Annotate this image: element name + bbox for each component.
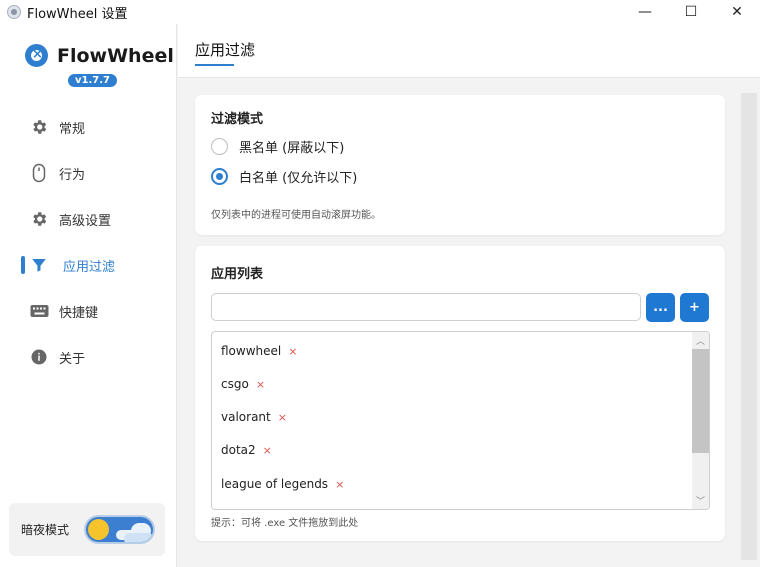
radio-label: 黑名单 (屏蔽以下) <box>239 141 345 156</box>
main-scrollbar[interactable] <box>741 93 757 560</box>
gear-icon <box>29 117 49 137</box>
list-item[interactable]: league of legends × <box>221 474 344 494</box>
page-title: 应用过滤 <box>195 41 256 59</box>
info-icon <box>29 347 49 367</box>
app-name-input[interactable] <box>211 293 641 321</box>
title-underline <box>195 64 234 66</box>
radio-whitelist[interactable]: 白名单 (仅允许以下) <box>211 167 357 186</box>
list-item-text: league of legends <box>221 477 329 491</box>
list-item-text: valorant <box>221 410 271 424</box>
maximize-button[interactable]: ☐ <box>668 0 714 24</box>
app-list-title: 应用列表 <box>211 267 264 282</box>
list-scrollbar[interactable]: ︿ ﹀ <box>692 332 709 509</box>
brand: FlowWheel <box>25 44 176 67</box>
radio-label: 白名单 (仅允许以下) <box>239 171 358 186</box>
radio-blacklist[interactable]: 黑名单 (屏蔽以下) <box>211 137 344 156</box>
scroll-down-icon[interactable]: ﹀ <box>692 492 709 509</box>
app-list-card: 应用列表 ... + flowwheel × csgo × valorant ×… <box>195 246 725 541</box>
drag-drop-hint: 提示：可将 .exe 文件拖放到此处 <box>211 518 359 529</box>
radio-button[interactable] <box>211 138 228 155</box>
active-indicator <box>21 256 25 274</box>
night-mode-toggle[interactable] <box>84 515 155 544</box>
list-item-text: csgo <box>221 377 249 391</box>
version-badge: v1.7.7 <box>68 74 117 87</box>
filter-mode-card: 过滤模式 黑名单 (屏蔽以下) 白名单 (仅允许以下) 仅列表中的进程可使用自动… <box>195 95 725 235</box>
main-header: 应用过滤 <box>178 24 760 78</box>
scrollbar-thumb[interactable] <box>692 349 709 453</box>
list-item[interactable]: dota2 × <box>221 440 272 460</box>
sidebar-item-label: 高级设置 <box>59 213 112 229</box>
sidebar-item-about[interactable]: 关于 <box>0 334 177 380</box>
add-button[interactable]: + <box>680 293 709 322</box>
filter-icon <box>29 255 49 275</box>
sidebar-item-general[interactable]: 常规 <box>0 104 177 150</box>
filter-mode-title: 过滤模式 <box>211 112 264 127</box>
minimize-button[interactable]: — <box>622 0 668 24</box>
remove-icon[interactable]: × <box>263 444 272 457</box>
sidebar-item-behavior[interactable]: 行为 <box>0 150 177 196</box>
sidebar-item-label: 快捷键 <box>59 305 99 321</box>
sidebar-item-advanced[interactable]: 高级设置 <box>0 196 177 242</box>
radio-button[interactable] <box>211 168 228 185</box>
night-mode-label: 暗夜模式 <box>21 523 70 537</box>
mouse-icon <box>29 163 49 183</box>
keyboard-icon <box>29 301 49 321</box>
list-item[interactable]: flowwheel × <box>221 341 297 361</box>
brand-name: FlowWheel <box>57 44 174 67</box>
sidebar-item-label: 关于 <box>59 351 86 367</box>
flowwheel-logo-icon <box>25 44 48 67</box>
remove-icon[interactable]: × <box>256 378 265 391</box>
sidebar-item-app-filter[interactable]: 应用过滤 <box>0 242 177 288</box>
sidebar-item-label: 行为 <box>59 167 86 183</box>
app-icon <box>7 5 21 19</box>
app-listbox[interactable]: flowwheel × csgo × valorant × dota2 × le… <box>211 331 710 510</box>
remove-icon[interactable]: × <box>335 478 344 491</box>
remove-icon[interactable]: × <box>278 411 287 424</box>
window-title: FlowWheel 设置 <box>27 6 128 22</box>
list-item-text: flowwheel <box>221 344 282 358</box>
sidebar-item-label: 常规 <box>59 121 86 137</box>
night-mode-panel: 暗夜模式 <box>9 503 165 556</box>
close-button[interactable]: ✕ <box>714 0 760 24</box>
window-controls: — ☐ ✕ <box>622 0 760 24</box>
sidebar-nav: 常规 行为 高级设置 应用过滤 快捷键 关于 <box>0 104 177 380</box>
sidebar-item-hotkeys[interactable]: 快捷键 <box>0 288 177 334</box>
list-item[interactable]: valorant × <box>221 407 287 427</box>
list-item[interactable]: csgo × <box>221 374 265 394</box>
filter-mode-hint: 仅列表中的进程可使用自动滚屏功能。 <box>211 210 381 221</box>
sidebar: FlowWheel v1.7.7 常规 行为 高级设置 应用过滤 <box>0 24 177 567</box>
scroll-up-icon[interactable]: ︿ <box>692 332 709 349</box>
sidebar-item-label: 应用过滤 <box>63 259 116 275</box>
sun-icon <box>88 519 109 540</box>
list-item-text: dota2 <box>221 443 256 457</box>
title-bar: FlowWheel 设置 — ☐ ✕ <box>0 0 760 24</box>
gear-icon <box>29 209 49 229</box>
cloud-icon <box>124 533 153 542</box>
browse-button[interactable]: ... <box>646 293 675 322</box>
remove-icon[interactable]: × <box>288 345 297 358</box>
